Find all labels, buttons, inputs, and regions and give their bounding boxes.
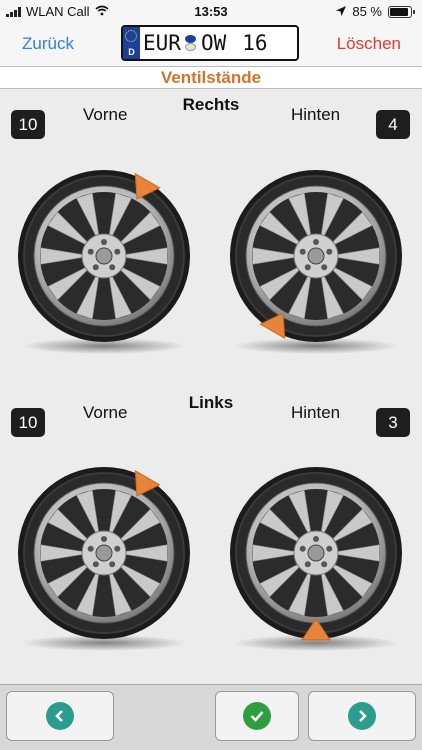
location-arrow-icon — [336, 4, 347, 19]
plate-number: 16 — [242, 31, 268, 55]
next-button[interactable] — [308, 691, 416, 741]
plate-country: D — [128, 47, 135, 57]
checkmark-icon — [243, 702, 271, 730]
battery-icon — [388, 5, 415, 18]
left-front-label: Vorne — [83, 403, 128, 422]
registration-seal-icon — [183, 35, 199, 51]
section-header: Ventilstände — [0, 66, 422, 89]
wheel-right-front[interactable] — [14, 168, 194, 358]
right-front-label: Vorne — [83, 105, 128, 124]
battery-percent: 85 % — [352, 4, 382, 19]
right-front-valve-badge[interactable]: 10 — [11, 110, 45, 139]
left-rear-valve-badge[interactable]: 3 — [376, 408, 410, 437]
plate-prefix: EUR — [143, 31, 181, 55]
status-right: 85 % — [336, 4, 415, 19]
delete-button[interactable]: Löschen — [337, 34, 401, 54]
chevron-right-icon — [348, 702, 376, 730]
navigation-bar: Zurück D EUR OW 16 Löschen — [0, 22, 422, 66]
wheel-right-rear[interactable] — [226, 168, 406, 358]
right-rear-label: Hinten — [291, 105, 341, 124]
wheel-left-front[interactable] — [14, 465, 194, 655]
status-bar: WLAN Call 13:53 85 % — [0, 0, 422, 22]
plate-letters: OW — [200, 31, 227, 55]
footer-toolbar — [0, 684, 422, 750]
left-rear-label: Hinten — [291, 403, 341, 422]
back-button[interactable]: Zurück — [22, 34, 74, 54]
eu-flag-icon: D — [123, 27, 140, 59]
confirm-button[interactable] — [215, 691, 299, 741]
license-plate: D EUR OW 16 — [121, 25, 299, 61]
right-rear-valve-badge[interactable]: 4 — [376, 110, 410, 139]
chevron-left-icon — [46, 702, 74, 730]
left-front-valve-badge[interactable]: 10 — [11, 408, 45, 437]
right-axle-title: Rechts — [182, 95, 240, 114]
previous-button[interactable] — [6, 691, 114, 741]
wheel-left-rear[interactable] — [226, 465, 406, 655]
left-axle-title: Links — [188, 393, 234, 412]
